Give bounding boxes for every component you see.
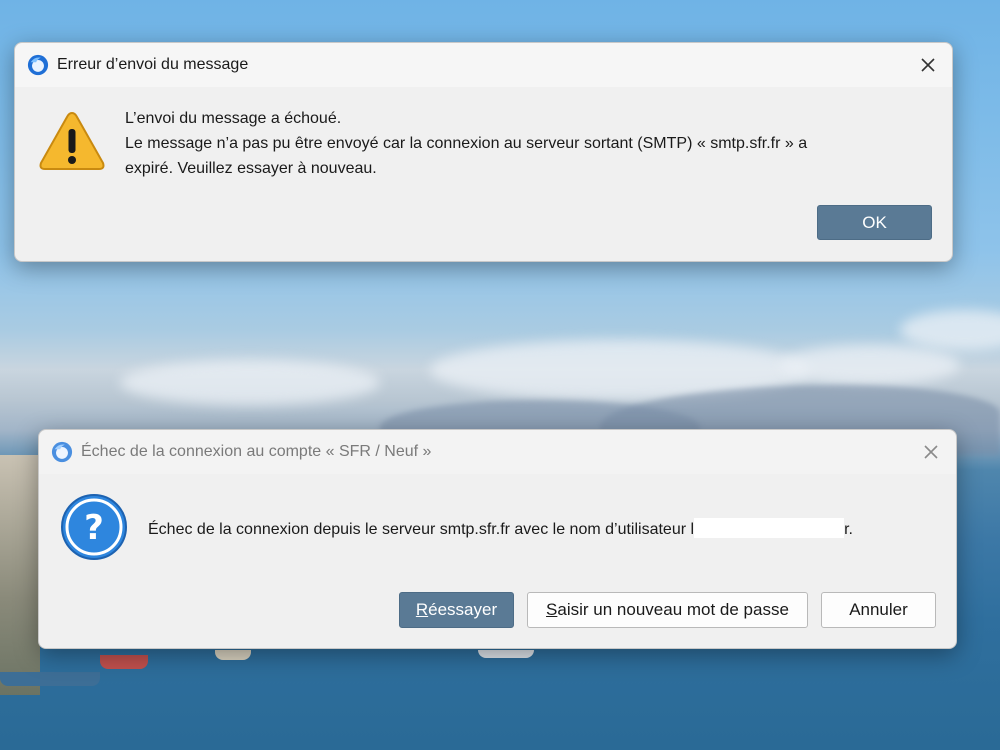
svg-text:?: ? xyxy=(84,508,104,548)
send-error-dialog: Erreur d’envoi du message L’envoi du mes… xyxy=(14,42,953,262)
cloud xyxy=(780,345,960,385)
new-password-button[interactable]: Saisir un nouveau mot de passe xyxy=(527,592,808,628)
login-failure-dialog: Échec de la connexion au compte « SFR / … xyxy=(38,429,957,649)
close-button[interactable] xyxy=(913,50,943,80)
username-suffix: r. xyxy=(844,521,853,538)
close-button[interactable] xyxy=(916,437,946,467)
thunderbird-icon xyxy=(27,54,49,76)
login-failure-message: Échec de la connexion depuis le serveur … xyxy=(148,517,853,542)
question-icon: ? xyxy=(61,494,127,560)
dialog-title: Erreur d’envoi du message xyxy=(57,56,249,73)
boat xyxy=(478,650,534,658)
boat xyxy=(100,655,148,669)
retry-label: éessayer xyxy=(428,600,498,619)
username-redaction xyxy=(694,518,845,538)
retry-button[interactable]: Réessayer xyxy=(399,592,514,628)
close-icon xyxy=(924,445,938,459)
thunderbird-icon xyxy=(51,441,73,463)
retry-mnemonic: R xyxy=(415,600,429,619)
login-failure-titlebar: Échec de la connexion au compte « SFR / … xyxy=(39,430,956,474)
error-heading: L’envoi du message a échoué. xyxy=(125,110,342,127)
error-line-2: expiré. Veuillez essayer à nouveau. xyxy=(125,160,377,177)
boat xyxy=(215,650,251,660)
cloud xyxy=(120,360,380,405)
ok-button[interactable]: OK xyxy=(817,205,932,240)
close-icon xyxy=(921,58,935,72)
message-text: Échec de la connexion depuis le serveur … xyxy=(148,521,691,538)
cancel-button[interactable]: Annuler xyxy=(821,592,936,628)
dialog-title: Échec de la connexion au compte « SFR / … xyxy=(81,443,432,460)
error-message: L’envoi du message a échoué. Le message … xyxy=(125,106,935,181)
boat xyxy=(0,672,100,686)
new-password-mnemonic: S xyxy=(546,600,558,619)
send-error-titlebar: Erreur d’envoi du message xyxy=(15,43,952,87)
cliff xyxy=(0,455,40,695)
new-password-label: aisir un nouveau mot de passe xyxy=(557,600,789,619)
cloud xyxy=(900,310,1000,350)
error-line-1: Le message n’a pas pu être envoyé car la… xyxy=(125,135,808,152)
warning-icon xyxy=(39,111,105,170)
